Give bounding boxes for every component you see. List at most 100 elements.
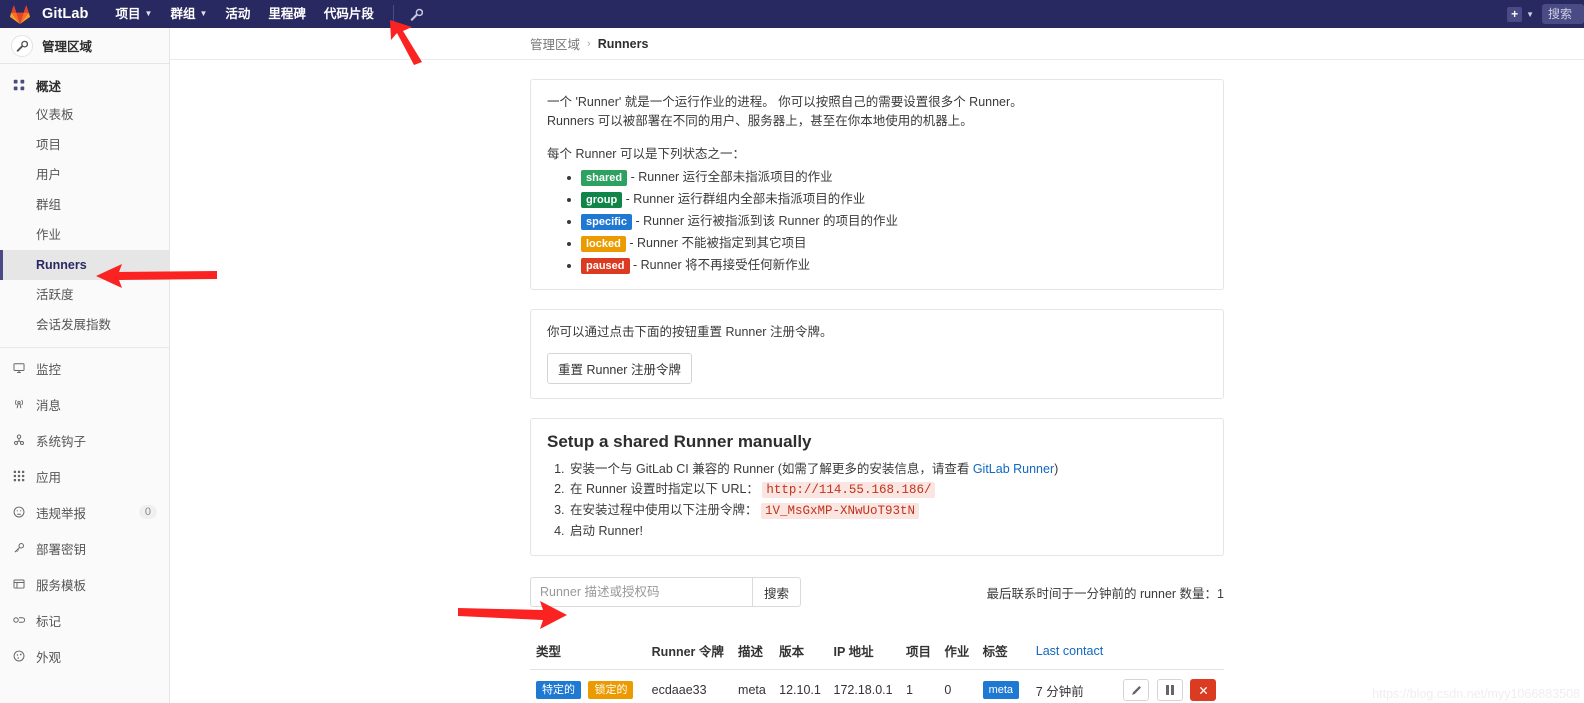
- gitlab-logo-icon[interactable]: [10, 5, 30, 24]
- col-tags: 标签: [976, 632, 1030, 670]
- runner-search-row: 搜索 最后联系时间于一分钟前的 runner 数量：1: [530, 577, 1224, 607]
- new-item-dropdown[interactable]: + ▼: [1499, 0, 1542, 28]
- plus-icon: +: [1507, 6, 1523, 22]
- col-actions: [1113, 632, 1224, 670]
- sidebar-item-dashboard[interactable]: 仪表板: [0, 100, 169, 130]
- search-input[interactable]: [530, 577, 752, 607]
- sidebar-item-monitoring[interactable]: 监控: [0, 350, 169, 386]
- col-jobs: 作业: [938, 632, 977, 670]
- runners-table-body: 特定的 锁定的 ecdaae33 meta 12.10.1 172.18.0.1…: [530, 669, 1224, 703]
- breadcrumb-current: Runners: [597, 36, 649, 51]
- gitlab-runner-link[interactable]: GitLab Runner: [973, 462, 1054, 476]
- sidebar-item-deploy-keys[interactable]: 部署密钥: [0, 530, 169, 566]
- list-item: locked - Runner 不能被指定到其它项目: [581, 234, 1207, 253]
- sidebar-item-analytics[interactable]: 活跃度: [0, 280, 169, 310]
- sidebar-item-groups[interactable]: 群组: [0, 190, 169, 220]
- col-type: 类型: [530, 632, 646, 670]
- chevron-down-icon: ▼: [144, 9, 153, 18]
- runner-info-panel: 一个 'Runner' 就是一个运行作业的进程。 你可以按照自己的需要设置很多个…: [530, 79, 1224, 290]
- status-desc-specific: - Runner 运行被指派到该 Runner 的项目的作业: [635, 214, 899, 228]
- sidebar-item-labels[interactable]: 标记: [0, 602, 169, 638]
- breadcrumb-separator: ›: [587, 37, 591, 50]
- pause-runner-button[interactable]: [1156, 679, 1183, 701]
- content-wrapper: 一个 'Runner' 就是一个运行作业的进程。 你可以按照自己的需要设置很多个…: [170, 79, 1584, 703]
- list-item: shared - Runner 运行全部未指派项目的作业: [581, 168, 1207, 187]
- cell-version: 12.10.1: [773, 669, 828, 703]
- runner-info-line2: Runners 可以被部署在不同的用户、服务器上，甚至在你本地使用的机器上。: [547, 114, 973, 128]
- pause-icon: [1165, 685, 1174, 695]
- reset-token-panel: 你可以通过点击下面的按钮重置 Runner 注册令牌。 重置 Runner 注册…: [530, 309, 1224, 399]
- sidebar-item-runners[interactable]: Runners: [0, 250, 169, 280]
- sidebar-item-appearance[interactable]: 外观: [0, 638, 169, 674]
- col-description: 描述: [732, 632, 774, 670]
- breadcrumb-root[interactable]: 管理区域: [530, 34, 580, 53]
- col-last-contact[interactable]: Last contact: [1029, 632, 1114, 670]
- sidebar-item-jobs[interactable]: 作业: [0, 220, 169, 250]
- reset-registration-token-button[interactable]: 重置 Runner 注册令牌: [547, 353, 692, 384]
- nav-item-projects-label: 项目: [115, 7, 141, 21]
- sidebar-item-abuse-reports-label: 违规举报: [36, 506, 87, 521]
- apps-icon: [11, 470, 27, 482]
- global-search-input[interactable]: 搜索: [1542, 4, 1584, 24]
- list-item: 安装一个与 GitLab CI 兼容的 Runner (如需了解更多的安装信息，…: [568, 459, 1207, 479]
- nav-item-snippets[interactable]: 代码片段: [315, 0, 383, 28]
- list-item: 启动 Runner!: [568, 521, 1207, 541]
- nav-item-snippets-label: 代码片段: [323, 7, 374, 21]
- remove-runner-button[interactable]: [1190, 679, 1216, 701]
- edit-runner-button[interactable]: [1123, 679, 1150, 701]
- admin-sidebar: 管理区域 概述 仪表板 项目 用户 群组 作业 Runners 活跃度 会话发展…: [0, 28, 170, 703]
- sidebar-item-monitoring-label: 监控: [36, 362, 62, 377]
- sidebar-item-applications-label: 应用: [36, 470, 62, 485]
- admin-wrench-icon: [11, 34, 33, 57]
- status-badge-paused: paused: [581, 258, 630, 274]
- list-item: paused - Runner 将不再接受任何新作业: [581, 256, 1207, 275]
- abuse-reports-count-badge: 0: [138, 505, 157, 519]
- admin-area-wrench-icon[interactable]: [404, 0, 430, 28]
- runner-type-badge-specific: 特定的: [536, 681, 581, 699]
- setup-runner-title: Setup a shared Runner manually: [547, 432, 812, 451]
- status-badge-specific: specific: [581, 214, 632, 230]
- sidebar-item-messages[interactable]: 消息: [0, 386, 169, 422]
- runner-states-intro: 每个 Runner 可以是下列状态之一：: [547, 147, 745, 161]
- sidebar-item-service-templates[interactable]: 服务模板: [0, 566, 169, 602]
- setup-runner-panel: Setup a shared Runner manually 安装一个与 Git…: [530, 418, 1224, 556]
- col-version: 版本: [773, 632, 828, 670]
- chevron-down-icon: ▼: [1526, 9, 1534, 19]
- sidebar-item-projects[interactable]: 项目: [0, 130, 169, 160]
- sidebar-item-service-templates-label: 服务模板: [36, 578, 87, 593]
- setup-step2-pre: 在 Runner 设置时指定以下 URL：: [570, 482, 759, 496]
- sidebar-item-messages-label: 消息: [36, 398, 62, 413]
- reset-token-text: 你可以通过点击下面的按钮重置 Runner 注册令牌。: [547, 325, 833, 339]
- runner-tag-badge: meta: [982, 681, 1020, 699]
- sidebar-item-users[interactable]: 用户: [0, 160, 169, 190]
- table-row: 特定的 锁定的 ecdaae33 meta 12.10.1 172.18.0.1…: [530, 669, 1224, 703]
- sidebar-item-deploy-keys-label: 部署密钥: [36, 542, 87, 557]
- sidebar-item-applications[interactable]: 应用: [0, 458, 169, 494]
- sidebar-divider: [0, 347, 169, 348]
- status-desc-group: - Runner 运行群组内全部未指派项目的作业: [625, 192, 866, 206]
- nav-item-milestones[interactable]: 里程碑: [259, 0, 315, 28]
- sidebar-group-overview[interactable]: 概述: [0, 70, 169, 100]
- sidebar-item-system-hooks[interactable]: 系统钩子: [0, 422, 169, 458]
- sidebar-header[interactable]: 管理区域: [0, 28, 169, 64]
- cell-runner-token[interactable]: ecdaae33: [645, 669, 733, 703]
- status-badge-locked: locked: [581, 236, 626, 252]
- search-button[interactable]: 搜索: [752, 577, 802, 607]
- runner-url-code: http://114.55.168.186/: [762, 482, 936, 498]
- sidebar-header-title: 管理区域: [42, 40, 93, 54]
- cell-actions: [1113, 669, 1224, 703]
- cell-type: 特定的 锁定的: [530, 669, 646, 703]
- nav-item-groups[interactable]: 群组 ▼: [161, 0, 216, 28]
- table-header-row: 类型 Runner 令牌 描述 版本 IP 地址 项目 作业 标签 Last c…: [530, 632, 1224, 670]
- sidebar-item-abuse-reports[interactable]: 违规举报 0: [0, 494, 169, 530]
- list-item: group - Runner 运行群组内全部未指派项目的作业: [581, 190, 1207, 209]
- list-item: 在 Runner 设置时指定以下 URL： http://114.55.168.…: [568, 479, 1207, 500]
- registration-token-code: 1V_MsGxMP-XNwUoT93tN: [761, 503, 920, 519]
- sidebar-item-cohorts[interactable]: 会话发展指数: [0, 310, 169, 340]
- navbar-brand[interactable]: GitLab: [42, 6, 89, 22]
- nav-item-milestones-label: 里程碑: [268, 7, 306, 21]
- runner-type-badge-locked: 锁定的: [588, 681, 634, 699]
- nav-item-activity[interactable]: 活动: [216, 0, 259, 28]
- nav-item-projects[interactable]: 项目 ▼: [107, 0, 162, 28]
- navbar-divider: [392, 5, 394, 23]
